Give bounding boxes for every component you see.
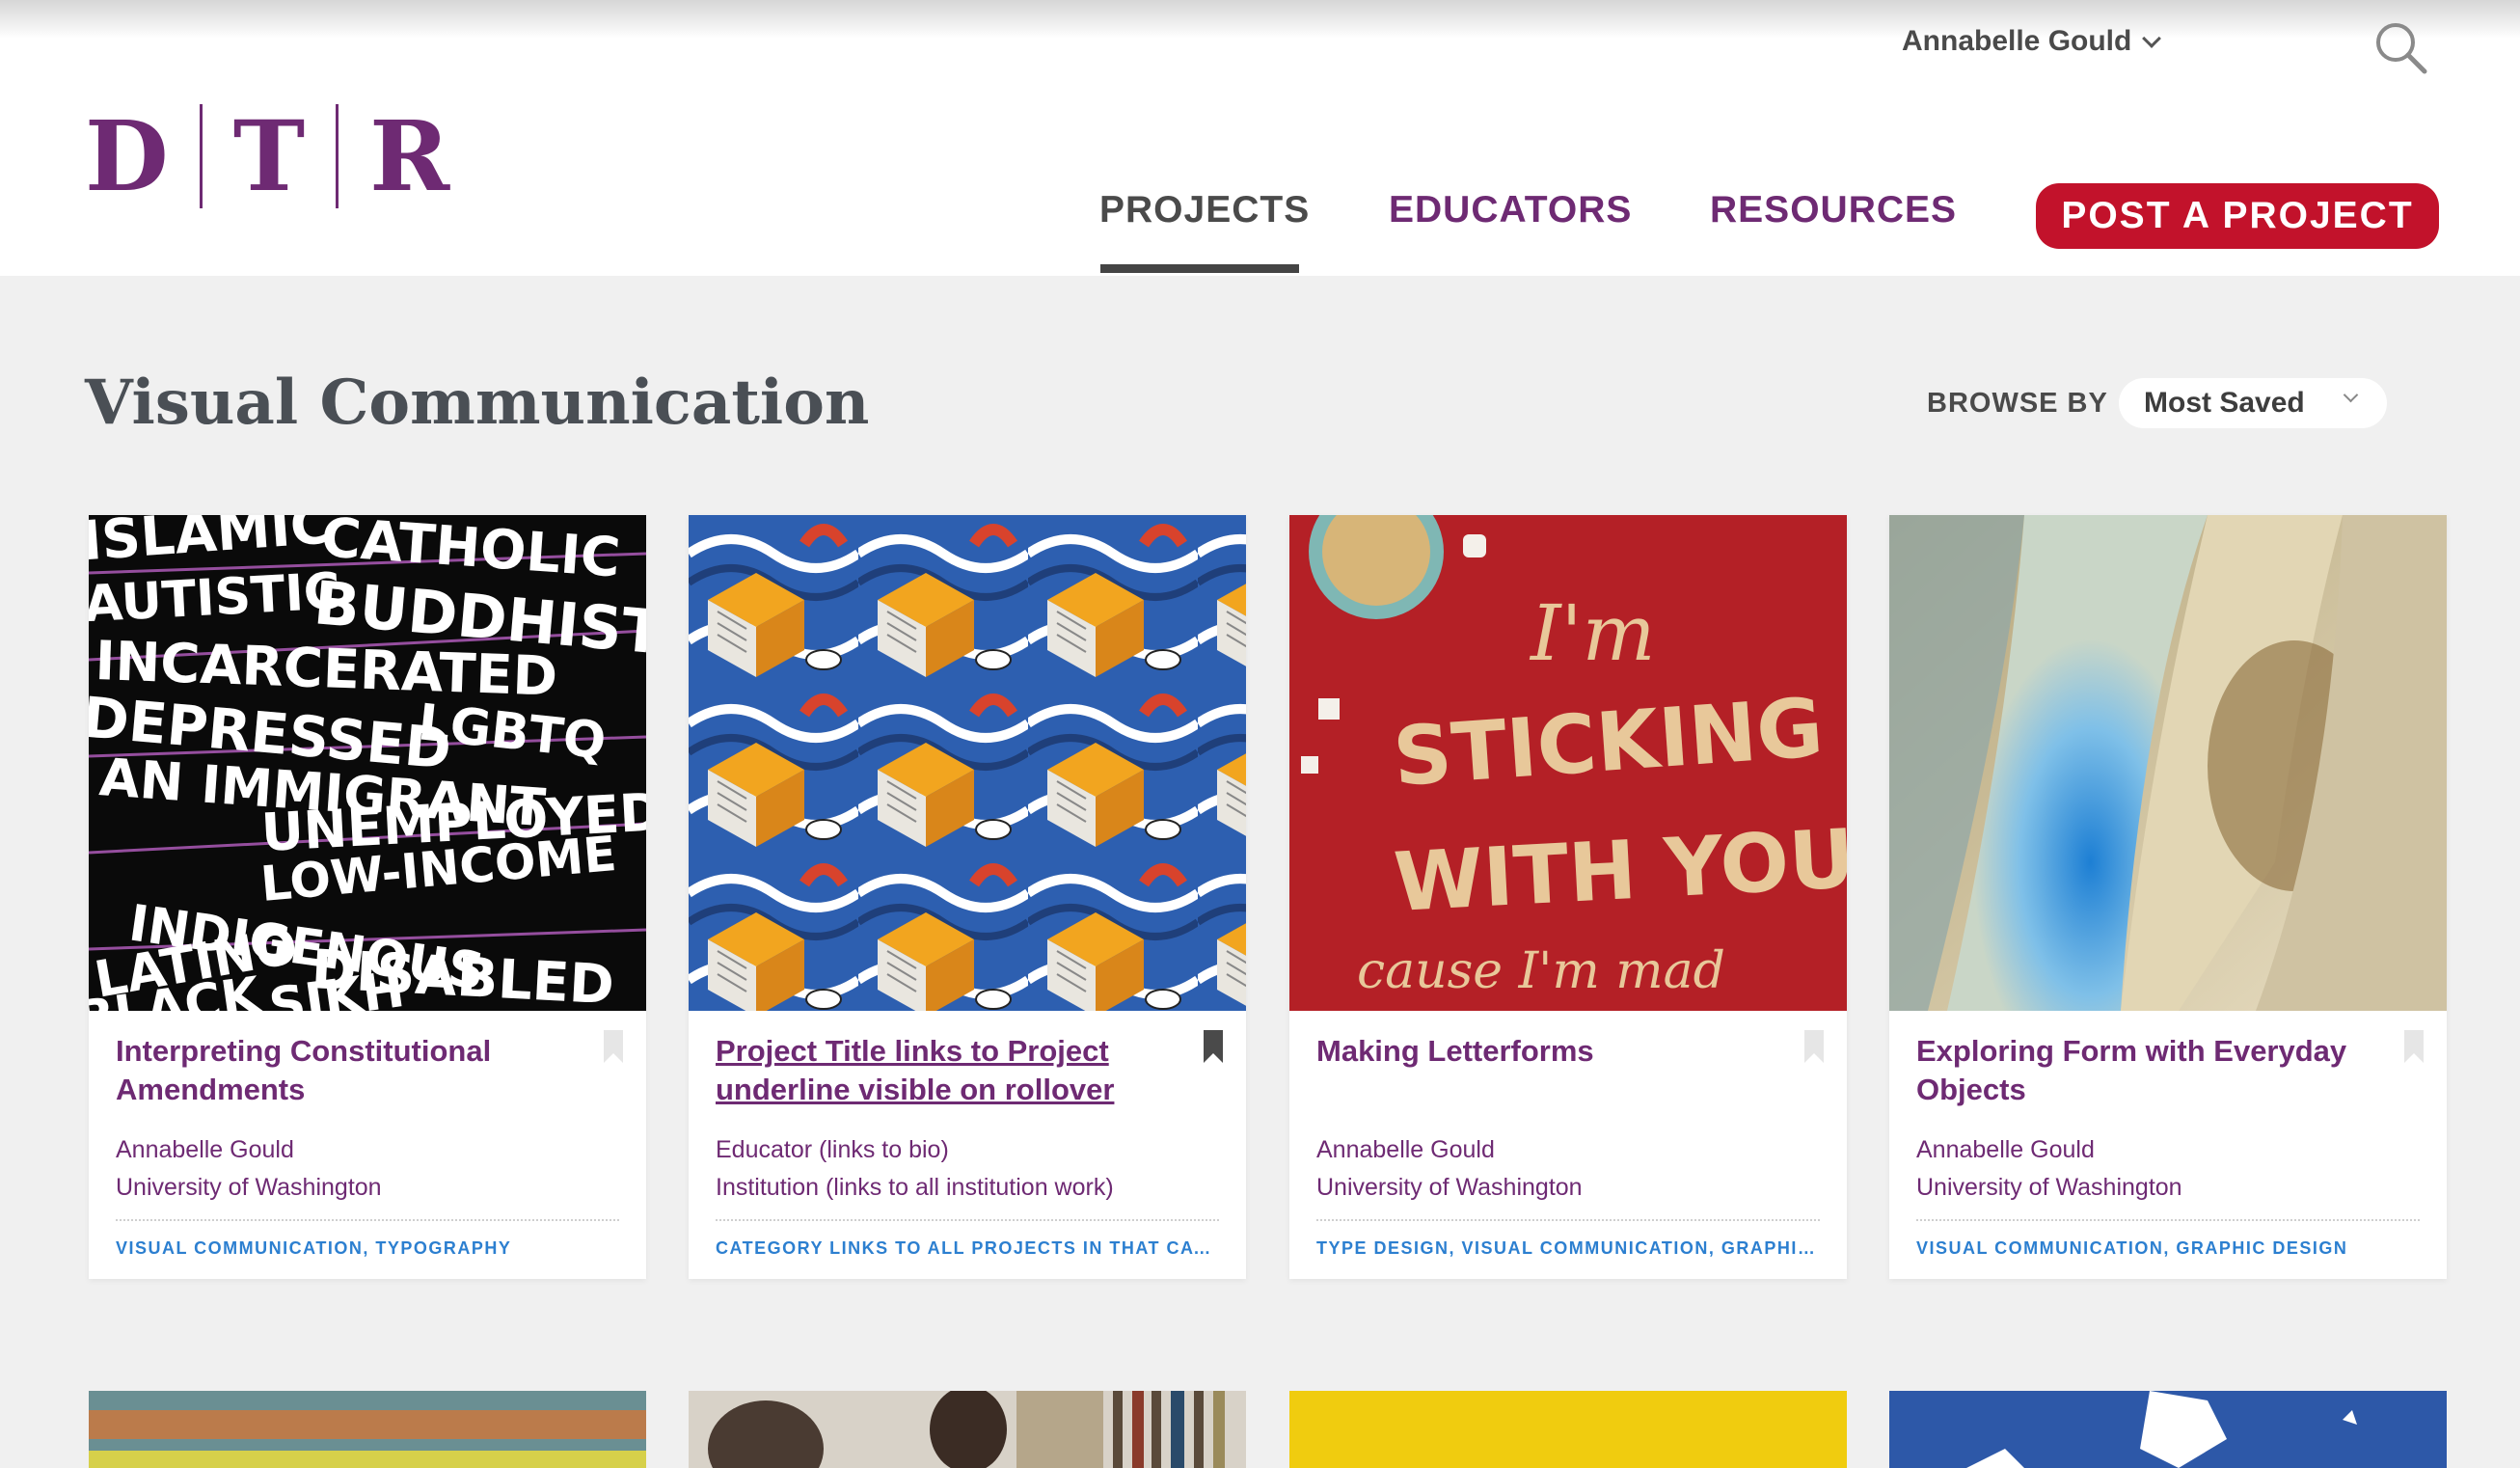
letterform-text: cause I'm mad [1357, 942, 1725, 1000]
project-thumbnail-partial[interactable] [1289, 1391, 1847, 1468]
project-card: Project Title links to Project underline… [689, 515, 1246, 1279]
browse-by-label: BROWSE BY [1927, 388, 2108, 419]
project-thumbnail-partial[interactable] [1889, 1391, 2447, 1468]
logo-divider [199, 104, 203, 208]
computer-poster-image [89, 1391, 646, 1468]
divider [116, 1219, 619, 1221]
isometric-pattern-image [689, 515, 1246, 1011]
divider [1916, 1219, 2420, 1221]
project-thumbnail-partial[interactable] [89, 1391, 646, 1468]
page-title: Visual Communication [85, 367, 870, 439]
institution-link[interactable]: University of Washington [1316, 1174, 1583, 1202]
educator-link[interactable]: Annabelle Gould [1916, 1136, 2095, 1164]
project-thumbnail-partial[interactable] [689, 1391, 1246, 1468]
user-name: Annabelle Gould [1902, 25, 2132, 57]
letterforms-image: I'm STICKING WITH YOU cause I'm mad [1289, 515, 1847, 1011]
project-thumbnail[interactable] [689, 515, 1246, 1011]
institution-link[interactable]: Institution (links to all institution wo… [716, 1174, 1114, 1202]
category-links[interactable]: CATEGORY LINKS TO ALL PROJECTS IN THAT C… [716, 1238, 1219, 1259]
project-card: I'm STICKING WITH YOU cause I'm mad Maki… [1289, 515, 1847, 1279]
classroom-photo-image [689, 1391, 1246, 1468]
chevron-down-icon [2343, 387, 2359, 403]
typography-poster-image: ISLAMIC CATHOLIC AUTISTIC BUDDHIST INCAR… [89, 515, 646, 1011]
nav-projects[interactable]: PROJECTS [1099, 189, 1310, 231]
project-thumbnail[interactable]: I'm STICKING WITH YOU cause I'm mad [1289, 515, 1847, 1011]
user-menu[interactable]: Annabelle Gould [1902, 25, 2162, 58]
map-poster-image [1889, 1391, 2447, 1468]
educator-link[interactable]: Annabelle Gould [1316, 1136, 1495, 1164]
logo-divider [336, 104, 339, 208]
post-a-project-button[interactable]: POST A PROJECT [2036, 183, 2439, 249]
search-icon[interactable] [2372, 19, 2430, 77]
nav-resources[interactable]: RESOURCES [1710, 189, 1957, 231]
bookmark-icon[interactable] [602, 1030, 625, 1065]
everyday-objects-image [1889, 515, 2447, 1011]
bookmark-icon[interactable] [1802, 1030, 1826, 1065]
bookmark-icon[interactable] [2402, 1030, 2425, 1065]
category-links[interactable]: VISUAL COMMUNICATION, GRAPHIC DESIGN [1916, 1238, 2420, 1259]
category-links[interactable]: TYPE DESIGN, VISUAL COMMUNICATION, GRAPH… [1316, 1238, 1820, 1259]
project-card: ISLAMIC CATHOLIC AUTISTIC BUDDHIST INCAR… [89, 515, 646, 1279]
logo-letter-d: D [85, 99, 169, 213]
project-title-link[interactable]: Exploring Form with Everyday Objects [1916, 1032, 2360, 1109]
divider [716, 1219, 1219, 1221]
institution-link[interactable]: University of Washington [1916, 1174, 2182, 1202]
bookmark-icon[interactable] [1202, 1030, 1225, 1065]
active-nav-indicator [1100, 264, 1299, 273]
logo-letter-t: T [232, 99, 306, 213]
project-title-link[interactable]: Project Title links to Project underline… [716, 1032, 1159, 1109]
chevron-down-icon [2142, 29, 2162, 48]
letterform-text: I'm [1529, 588, 1655, 678]
project-thumbnail[interactable]: ISLAMIC CATHOLIC AUTISTIC BUDDHIST INCAR… [89, 515, 646, 1011]
educator-link[interactable]: Educator (links to bio) [716, 1136, 949, 1164]
institution-link[interactable]: University of Washington [116, 1174, 382, 1202]
dtr-logo[interactable]: D T R [85, 104, 449, 208]
educator-link[interactable]: Annabelle Gould [116, 1136, 294, 1164]
project-title-link[interactable]: Making Letterforms [1316, 1032, 1760, 1071]
yellow-poster-image [1289, 1391, 1847, 1468]
category-links[interactable]: VISUAL COMMUNICATION, TYPOGRAPHY [116, 1238, 619, 1259]
project-card: Exploring Form with Everyday Objects Ann… [1889, 515, 2447, 1279]
browse-by-select[interactable]: Most Saved [2119, 378, 2387, 428]
project-thumbnail[interactable] [1889, 515, 2447, 1011]
divider [1316, 1219, 1820, 1221]
site-header: D T R Annabelle Gould PROJECTS EDUCATORS… [0, 0, 2520, 276]
nav-educators[interactable]: EDUCATORS [1389, 189, 1632, 231]
logo-letter-r: R [369, 99, 450, 213]
project-title-link[interactable]: Interpreting Constitutional Amendments [116, 1032, 559, 1109]
browse-by-value: Most Saved [2144, 387, 2305, 419]
